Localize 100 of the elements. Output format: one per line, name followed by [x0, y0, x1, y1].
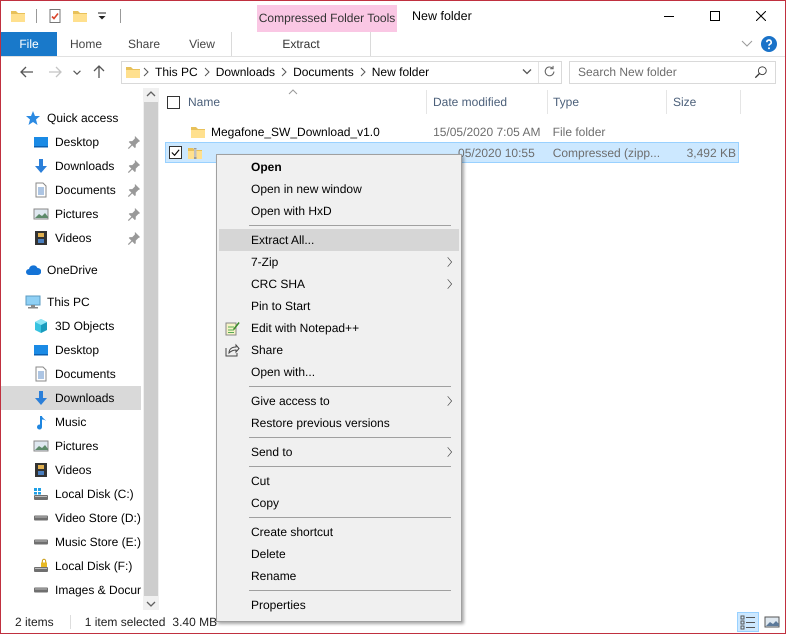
nav-item[interactable]: Documents [1, 362, 141, 386]
nav-item[interactable]: Local Disk (F:) [1, 554, 141, 578]
menu-item[interactable]: 7-Zip [219, 251, 459, 273]
dropdown-icon[interactable] [522, 68, 532, 76]
dropdown-icon [73, 70, 81, 75]
menu-item[interactable]: Extract All... [219, 229, 459, 251]
item-count: 2 items [15, 614, 54, 629]
chevron-right-icon [143, 67, 149, 78]
file-row[interactable]: Megafone_SW_Download_v1.0 15/05/2020 7:05 AM File folder [165, 121, 739, 142]
nav-item[interactable]: Local Disk (C:) [1, 482, 141, 506]
chevron-right-icon [445, 255, 453, 269]
nav-item[interactable]: Documents [1, 178, 141, 202]
ribbon-tab[interactable]: File [1, 32, 57, 56]
documents-icon [33, 366, 49, 382]
notepad-icon [224, 320, 240, 336]
chevron-right-icon [445, 445, 453, 459]
expand-ribbon-icon[interactable] [741, 40, 753, 48]
search-icon[interactable] [754, 64, 768, 79]
search-field[interactable]: Search New folder [569, 60, 776, 84]
up-arrow-icon [91, 64, 107, 80]
chevron-right-icon [204, 67, 210, 78]
nav-item[interactable]: Videos [1, 458, 141, 482]
chevron-right-icon [281, 67, 288, 78]
menu-item[interactable]: CRC SHA [219, 273, 459, 295]
cube-icon [33, 318, 49, 334]
refresh-icon[interactable] [543, 65, 557, 80]
column-header[interactable]: Size [673, 95, 696, 110]
menu-item[interactable]: Give access to [219, 390, 459, 412]
menu-item[interactable]: Create shortcut [219, 521, 459, 543]
column-header[interactable]: Date modified [433, 95, 508, 110]
scrollbar[interactable] [143, 88, 159, 610]
menu-item[interactable]: Cut [219, 470, 459, 492]
nav-item[interactable]: Videos [1, 226, 141, 250]
nav-item[interactable]: Downloads [1, 154, 141, 178]
nav-item[interactable]: Images & Docur [1, 578, 141, 602]
nav-item[interactable]: Video Store (D:) [1, 506, 141, 530]
selection-size: 3.40 MB [172, 614, 218, 629]
menu-item[interactable]: Share [219, 339, 459, 361]
menu-item[interactable]: Edit with Notepad++ [219, 317, 459, 339]
selection-count: 1 item selected [84, 614, 166, 629]
nav-item[interactable]: Quick access [1, 106, 141, 130]
view-button[interactable] [737, 612, 759, 632]
share-icon [224, 342, 240, 358]
ribbon-tab[interactable]: Share [115, 32, 173, 56]
menu-item[interactable]: Copy [219, 492, 459, 514]
system-disk-icon [33, 486, 49, 502]
column-header[interactable]: Type [553, 95, 580, 110]
date-modified: 05/2020 10:55 [458, 146, 535, 160]
chevron-right-icon [360, 67, 366, 78]
breadcrumb[interactable]: New folder [368, 65, 434, 80]
menu-item[interactable]: Restore previous versions [219, 412, 459, 434]
contextual-tab-group: Compressed Folder Tools [257, 5, 397, 32]
chevron-right-icon [445, 277, 453, 291]
close-icon [756, 11, 766, 22]
properties-icon[interactable] [47, 8, 63, 24]
ribbon-tab[interactable]: Home [57, 32, 115, 56]
file-type: File folder [552, 124, 606, 139]
file-size: 3,492 KB [686, 146, 736, 160]
menu-item[interactable]: Send to [219, 441, 459, 463]
menu-item[interactable]: Open with... [219, 361, 459, 383]
ribbon-tab[interactable]: Extract [231, 32, 371, 56]
select-all-checkbox[interactable] [167, 96, 180, 109]
nav-item[interactable]: Desktop [1, 130, 141, 154]
star-icon [25, 110, 41, 126]
menu-item[interactable]: Open in new window [219, 178, 459, 200]
breadcrumb[interactable]: Downloads [212, 65, 280, 80]
scrollbar-thumb[interactable] [144, 102, 158, 596]
menu-item[interactable]: Pin to Start [219, 295, 459, 317]
ribbon-tab[interactable]: View [173, 32, 231, 56]
breadcrumb[interactable]: This PC [151, 65, 202, 80]
check-icon [170, 147, 181, 158]
sort-ascending-icon[interactable] [288, 89, 298, 96]
nav-item[interactable]: Music [1, 410, 141, 434]
desktop-icon [33, 342, 49, 358]
computer-icon [25, 294, 41, 310]
menu-item[interactable]: Rename [219, 565, 459, 587]
menu-item[interactable]: Properties [219, 594, 459, 616]
menu-item[interactable]: Delete [219, 543, 459, 565]
nav-item[interactable]: Downloads [1, 386, 141, 410]
videos-icon [33, 462, 49, 478]
date-modified: 15/05/2020 7:05 AM [433, 124, 540, 139]
nav-item[interactable]: 3D Objects [1, 314, 141, 338]
nav-item[interactable]: Pictures [1, 434, 141, 458]
file-type: Compressed (zipp... [552, 146, 660, 160]
menu-item[interactable]: Open with HxD [219, 200, 459, 222]
nav-item[interactable]: This PC [1, 290, 141, 314]
videos-icon [33, 230, 49, 246]
address-bar[interactable]: This PC Downloads Documents New folder [121, 60, 562, 84]
column-header[interactable]: Name [188, 95, 220, 110]
documents-icon [33, 182, 49, 198]
nav-item[interactable]: OneDrive [1, 258, 141, 282]
checkbox[interactable] [169, 146, 182, 160]
breadcrumb[interactable]: Documents [289, 65, 358, 80]
nav-item[interactable]: Pictures [1, 202, 141, 226]
downloads-icon [33, 158, 49, 174]
help-icon[interactable] [761, 36, 777, 52]
chevron-right-icon [445, 394, 453, 408]
nav-item[interactable]: Music Store (E:) [1, 530, 141, 554]
window-title: New folder [412, 8, 472, 26]
nav-item[interactable]: Desktop [1, 338, 141, 362]
